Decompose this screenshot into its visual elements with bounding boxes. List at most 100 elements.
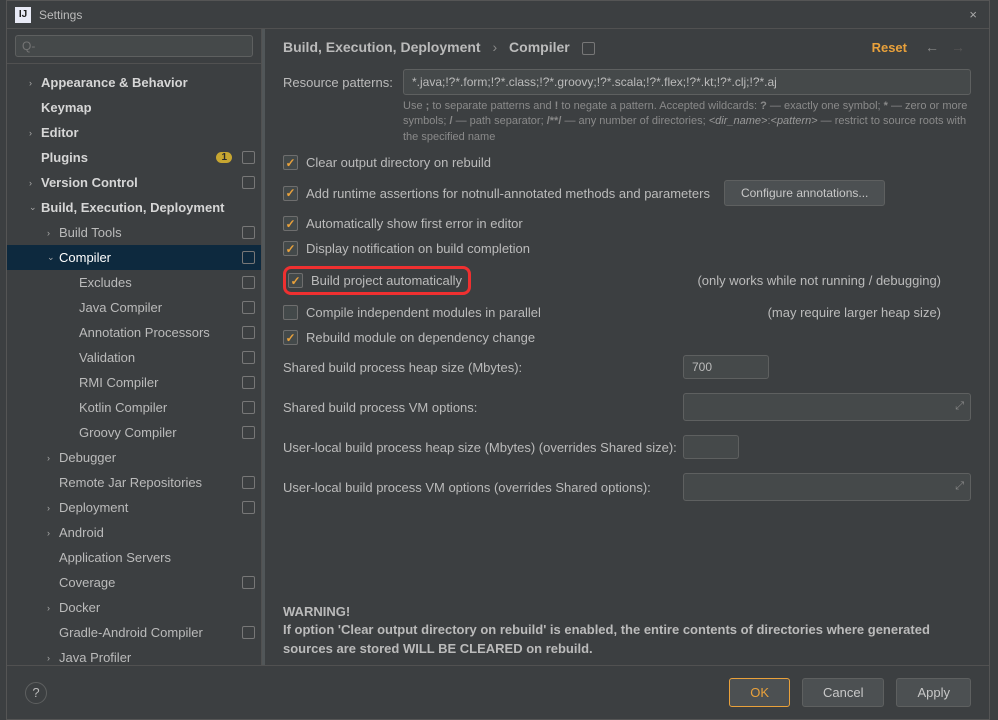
checkbox-display-notif[interactable] — [283, 241, 298, 256]
label-compile-parallel: Compile independent modules in parallel — [306, 305, 541, 320]
tree-item-label: Java Profiler — [59, 650, 255, 665]
project-scope-icon — [242, 176, 255, 189]
project-scope-icon — [242, 401, 255, 414]
chevron-icon: › — [47, 528, 59, 538]
tree-item-coverage[interactable]: Coverage — [7, 570, 261, 595]
project-scope-icon — [242, 376, 255, 389]
expand-icon[interactable]: ⤢ — [955, 480, 964, 493]
row-build-auto: Build project automatically (only works … — [283, 266, 971, 295]
shared-vm-label: Shared build process VM options: — [283, 400, 683, 415]
chevron-icon: › — [47, 603, 59, 613]
window-title: Settings — [39, 8, 82, 22]
tree-item-label: Annotation Processors — [79, 325, 238, 340]
warning-body: If option 'Clear output directory on reb… — [283, 621, 971, 657]
label-rebuild-dep: Rebuild module on dependency change — [306, 330, 535, 345]
tree-item-plugins[interactable]: Plugins1 — [7, 145, 261, 170]
tree-item-deployment[interactable]: ›Deployment — [7, 495, 261, 520]
expand-icon[interactable]: ⤢ — [955, 400, 964, 413]
tree-item-editor[interactable]: ›Editor — [7, 120, 261, 145]
row-display-notif: Display notification on build completion — [283, 241, 971, 256]
tree-item-kotlin-compiler[interactable]: Kotlin Compiler — [7, 395, 261, 420]
search-input[interactable] — [15, 35, 253, 57]
project-scope-icon — [242, 576, 255, 589]
tree-item-label: RMI Compiler — [79, 375, 238, 390]
chevron-icon: › — [47, 228, 59, 238]
tree-item-annotation-processors[interactable]: Annotation Processors — [7, 320, 261, 345]
count-badge: 1 — [216, 152, 232, 163]
user-heap-input[interactable] — [683, 435, 739, 459]
warning-block: WARNING! If option 'Clear output directo… — [283, 603, 971, 658]
chevron-icon: › — [47, 653, 59, 663]
warning-title: WARNING! — [283, 603, 971, 621]
cancel-button[interactable]: Cancel — [802, 678, 884, 707]
checkbox-rebuild-dep[interactable] — [283, 330, 298, 345]
tree-item-build-tools[interactable]: ›Build Tools — [7, 220, 261, 245]
chevron-icon: › — [47, 453, 59, 463]
ok-button[interactable]: OK — [729, 678, 790, 707]
tree-item-build-execution-deployment[interactable]: ⌄Build, Execution, Deployment — [7, 195, 261, 220]
tree-item-gradle-android-compiler[interactable]: Gradle-Android Compiler — [7, 620, 261, 645]
tree-item-android[interactable]: ›Android — [7, 520, 261, 545]
tree-item-validation[interactable]: Validation — [7, 345, 261, 370]
body: ›Appearance & BehaviorKeymap›EditorPlugi… — [7, 29, 989, 665]
checkbox-compile-parallel[interactable] — [283, 305, 298, 320]
form-area: Resource patterns: Use ; to separate pat… — [265, 69, 989, 665]
search-row — [7, 29, 261, 64]
shared-heap-input[interactable] — [683, 355, 769, 379]
user-vm-input[interactable]: ⤢ — [683, 473, 971, 501]
tree-item-groovy-compiler[interactable]: Groovy Compiler — [7, 420, 261, 445]
configure-annotations-button[interactable]: Configure annotations... — [724, 180, 885, 206]
tree-item-debugger[interactable]: ›Debugger — [7, 445, 261, 470]
chevron-icon: › — [29, 78, 41, 88]
close-icon[interactable]: × — [965, 7, 981, 22]
tree-item-remote-jar-repositories[interactable]: Remote Jar Repositories — [7, 470, 261, 495]
shared-vm-input[interactable]: ⤢ — [683, 393, 971, 421]
checkbox-clear-output[interactable] — [283, 155, 298, 170]
tree-item-label: Appearance & Behavior — [41, 75, 255, 90]
resource-patterns-input[interactable] — [403, 69, 971, 95]
project-scope-icon — [242, 626, 255, 639]
checkbox-build-auto[interactable] — [288, 273, 303, 288]
label-add-runtime: Add runtime assertions for notnull-annot… — [306, 186, 710, 201]
row-shared-heap: Shared build process heap size (Mbytes): — [283, 355, 971, 379]
tree-item-compiler[interactable]: ⌄Compiler — [7, 245, 261, 270]
project-scope-icon — [242, 151, 255, 164]
settings-tree[interactable]: ›Appearance & BehaviorKeymap›EditorPlugi… — [7, 64, 261, 665]
tree-item-label: Kotlin Compiler — [79, 400, 238, 415]
tree-item-java-profiler[interactable]: ›Java Profiler — [7, 645, 261, 665]
tree-item-label: Keymap — [41, 100, 255, 115]
label-clear-output: Clear output directory on rebuild — [306, 155, 491, 170]
tree-item-rmi-compiler[interactable]: RMI Compiler — [7, 370, 261, 395]
tree-item-label: Remote Jar Repositories — [59, 475, 238, 490]
tree-item-docker[interactable]: ›Docker — [7, 595, 261, 620]
tree-item-label: Deployment — [59, 500, 238, 515]
chevron-icon: › — [47, 503, 59, 513]
tree-item-label: Editor — [41, 125, 255, 140]
checkbox-add-runtime[interactable] — [283, 186, 298, 201]
tree-item-excludes[interactable]: Excludes — [7, 270, 261, 295]
tree-item-appearance-behavior[interactable]: ›Appearance & Behavior — [7, 70, 261, 95]
row-rebuild-dep: Rebuild module on dependency change — [283, 330, 971, 345]
reset-link[interactable]: Reset — [872, 40, 907, 55]
checkbox-auto-first-error[interactable] — [283, 216, 298, 231]
row-add-runtime: Add runtime assertions for notnull-annot… — [283, 180, 971, 206]
tree-item-version-control[interactable]: ›Version Control — [7, 170, 261, 195]
nav-back-icon[interactable]: ← — [925, 39, 939, 55]
note-compile-parallel: (may require larger heap size) — [768, 305, 941, 320]
app-icon: IJ — [15, 7, 31, 23]
row-user-vm: User-local build process VM options (ove… — [283, 473, 971, 501]
row-shared-vm: Shared build process VM options: ⤢ — [283, 393, 971, 421]
tree-item-java-compiler[interactable]: Java Compiler — [7, 295, 261, 320]
nav-forward-icon[interactable]: → — [951, 39, 965, 55]
breadcrumb: Build, Execution, Deployment › Compiler — [283, 39, 595, 55]
label-build-auto: Build project automatically — [311, 273, 462, 288]
help-button[interactable]: ? — [25, 682, 47, 704]
tree-item-application-servers[interactable]: Application Servers — [7, 545, 261, 570]
tree-item-label: Docker — [59, 600, 255, 615]
user-vm-label: User-local build process VM options (ove… — [283, 480, 683, 495]
apply-button[interactable]: Apply — [896, 678, 971, 707]
row-compile-parallel: Compile independent modules in parallel … — [283, 305, 971, 320]
tree-item-keymap[interactable]: Keymap — [7, 95, 261, 120]
resource-patterns-label: Resource patterns: — [283, 69, 403, 90]
shared-heap-label: Shared build process heap size (Mbytes): — [283, 360, 683, 375]
